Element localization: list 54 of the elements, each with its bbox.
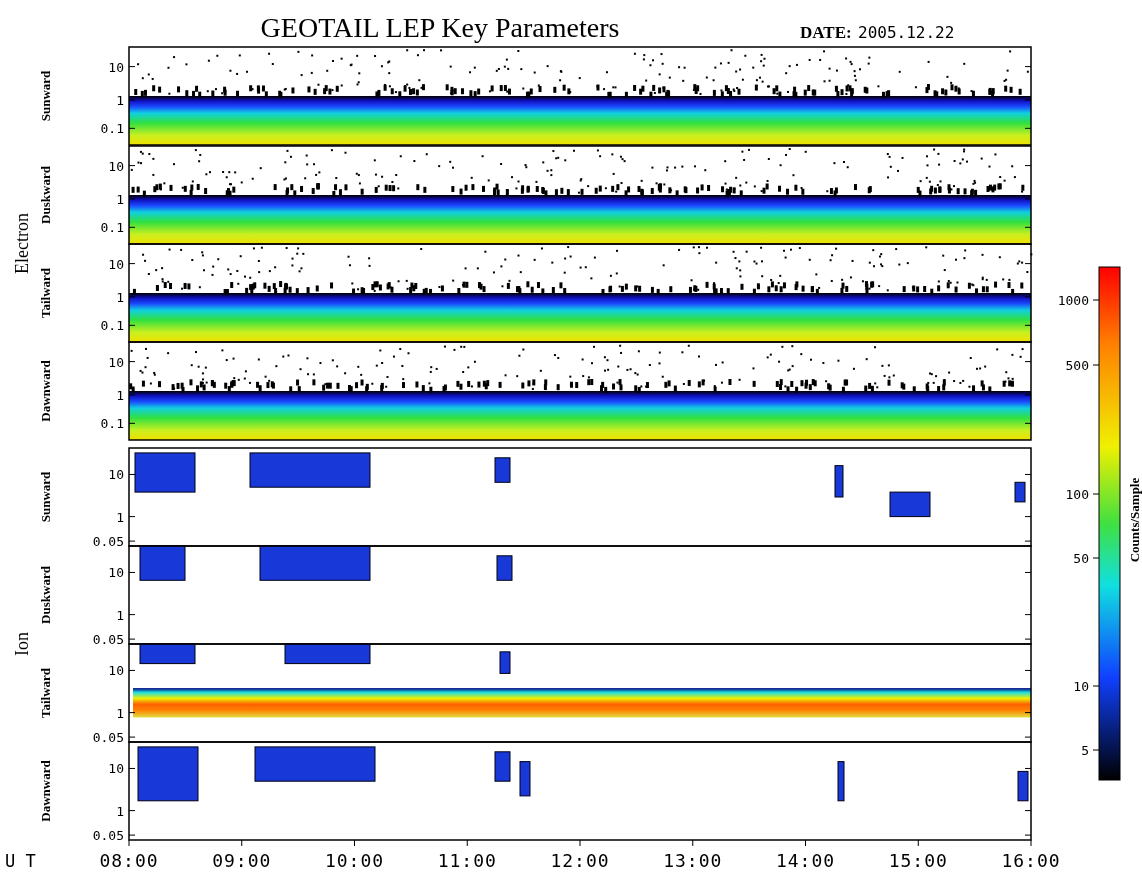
y-tick-label: 10 [108, 354, 124, 370]
x-tick-label: 16:00 [1001, 850, 1061, 871]
colorbar-tick-label: 100 [1065, 487, 1089, 502]
date-value: 2005.12.22 [858, 23, 955, 42]
panel-label: Tailward [38, 267, 53, 319]
x-tick-label: 08:00 [99, 850, 159, 871]
y-tick-label: 1 [116, 289, 124, 305]
panel-label: Dawnward [38, 360, 53, 422]
y-tick-label: 1 [116, 607, 124, 623]
y-tick-label: 0.05 [92, 828, 124, 844]
y-tick-label: 0.1 [100, 318, 124, 334]
y-tick-label: 1 [116, 387, 124, 403]
panel-label: Duskward [38, 566, 53, 624]
colorbar-label: Counts/Sample [1127, 477, 1142, 563]
colorbar-tick-label: 50 [1073, 551, 1089, 566]
panel-label: Sunward [38, 471, 53, 523]
x-tick-label: 09:00 [212, 850, 272, 871]
y-tick-label: 10 [108, 761, 124, 777]
y-tick-label: 0.05 [92, 534, 124, 550]
colorbar-tick-label: 5 [1081, 743, 1089, 758]
colorbar-tick-label: 500 [1065, 358, 1089, 373]
x-tick-label: 11:00 [437, 850, 497, 871]
y-tick-label: 1 [116, 191, 124, 207]
group-label: Electron [12, 213, 32, 274]
y-tick-label: 0.05 [92, 730, 124, 746]
y-tick-label: 0.1 [100, 416, 124, 432]
chart-title: GEOTAIL LEP Key Parameters [260, 12, 620, 43]
y-tick-label: 10 [108, 256, 124, 272]
x-tick-label: 15:00 [888, 850, 948, 871]
x-tick-label: 13:00 [663, 850, 723, 871]
colorbar-tick-label: 1000 [1057, 293, 1089, 308]
panel-label: Dawnward [38, 760, 53, 822]
y-tick-label: 1 [116, 92, 124, 108]
panel-label: Tailward [38, 667, 53, 719]
x-tick-label: 14:00 [775, 850, 836, 871]
y-tick-label: 10 [108, 59, 124, 75]
date-label: DATE: [800, 23, 852, 42]
y-tick-label: 1 [116, 803, 124, 819]
panel-label: Sunward [38, 70, 53, 122]
x-tick-label: 10:00 [324, 850, 385, 871]
y-tick-label: 0.1 [100, 220, 124, 236]
y-tick-label: 0.05 [92, 632, 124, 648]
y-tick-label: 1 [116, 705, 124, 721]
colorbar-tick-label: 10 [1073, 679, 1089, 694]
y-tick-label: 1 [116, 509, 124, 525]
y-tick-label: 10 [108, 158, 124, 174]
group-label: Ion [12, 632, 32, 656]
y-tick-label: 10 [108, 467, 124, 483]
x-tick-label: 12:00 [550, 850, 610, 871]
y-tick-label: 10 [108, 663, 124, 679]
panel-label: Duskward [38, 166, 53, 224]
x-axis-label: U T [5, 851, 36, 871]
y-tick-label: 0.1 [100, 121, 124, 137]
y-tick-label: 10 [108, 565, 124, 581]
